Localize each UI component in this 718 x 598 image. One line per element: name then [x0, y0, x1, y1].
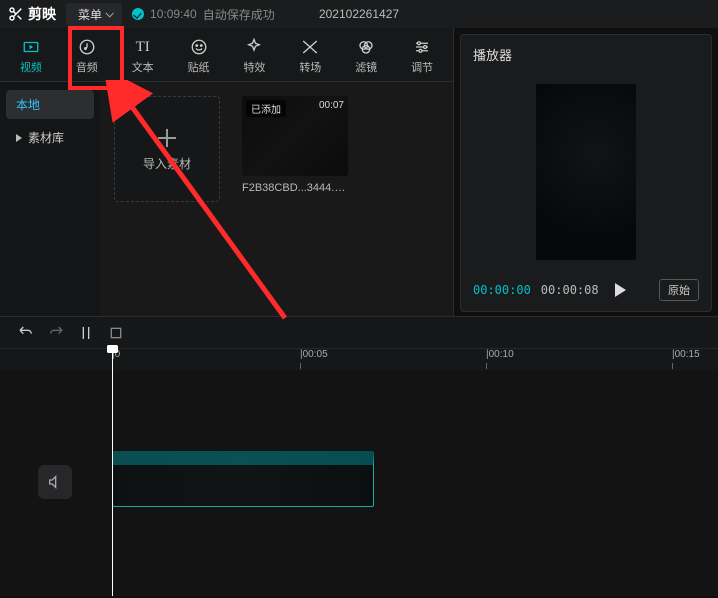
app-name: 剪映 [28, 4, 56, 24]
crop-button[interactable] [108, 325, 124, 341]
sidenav-library[interactable]: 素材库 [6, 123, 94, 152]
redo-button[interactable] [48, 325, 64, 341]
media-area: 本地 素材库 导入素材 已添加 00:07 F2B38CBD...3 [0, 82, 453, 316]
preview-panel: 播放器 00:00:00 00:00:08 原始 [460, 34, 712, 312]
transition-icon [301, 38, 319, 56]
added-badge: 已添加 [246, 100, 286, 117]
timecode-current: 00:00:00 [473, 283, 531, 297]
ruler-mark: |00:15 [672, 349, 700, 360]
timecode-total: 00:00:08 [541, 283, 599, 297]
tab-effect[interactable]: 特效 [228, 34, 282, 81]
import-media-tile[interactable]: 导入素材 [114, 96, 220, 202]
media-clip: 已添加 00:07 F2B38CBD...3444.mp4 [242, 96, 348, 194]
clip-duration: 00:07 [319, 100, 344, 111]
media-sidenav: 本地 素材库 [0, 82, 100, 316]
plus-icon [156, 127, 178, 149]
title-bar: 剪映 菜单 10:09:40 自动保存成功 202102261427 [0, 0, 718, 28]
app-logo: 剪映 [8, 4, 56, 24]
tab-transition[interactable]: 转场 [283, 34, 337, 81]
split-button[interactable] [78, 325, 94, 341]
sticker-icon [190, 38, 208, 56]
preview-frame [536, 84, 636, 260]
preview-stage[interactable] [473, 70, 699, 273]
preview-title: 播放器 [473, 45, 699, 64]
playhead-line[interactable] [112, 349, 113, 596]
media-panel: 视频 音频 TI 文本 贴纸 特效 [0, 28, 454, 316]
clip-thumbnail[interactable]: 已添加 00:07 [242, 96, 348, 176]
tab-filter[interactable]: 滤镜 [339, 34, 393, 81]
autosave-status: 10:09:40 自动保存成功 [132, 6, 275, 23]
menu-button[interactable]: 菜单 [66, 3, 122, 26]
triangle-right-icon [16, 134, 22, 142]
timeline-tracks[interactable]: F2B38CBD-91FF-4E6C-80B9-EB8D08293444.mp4… [0, 371, 718, 596]
track-mute-button[interactable] [38, 465, 72, 499]
ruler-mark: |00:05 [300, 349, 328, 360]
adjust-icon [413, 38, 431, 56]
tab-text[interactable]: TI 文本 [116, 34, 170, 81]
chevron-down-icon [105, 9, 113, 17]
tab-video[interactable]: 视频 [4, 34, 58, 81]
clip-filename: F2B38CBD...3444.mp4 [242, 182, 348, 194]
timeline-clip[interactable]: F2B38CBD-91FF-4E6C-80B9-EB8D08293444.mp4… [112, 451, 374, 507]
ruler-mark: |00:10 [486, 349, 514, 360]
category-tabs: 视频 音频 TI 文本 贴纸 特效 [0, 28, 453, 82]
project-name: 202102261427 [319, 7, 399, 21]
filter-icon [357, 38, 375, 56]
original-ratio-button[interactable]: 原始 [659, 279, 699, 301]
work-area: 视频 音频 TI 文本 贴纸 特效 [0, 28, 718, 316]
effect-icon [245, 38, 263, 56]
speaker-icon [47, 474, 63, 490]
undo-button[interactable] [18, 325, 34, 341]
timeline: |0 |00:05 |00:10 |00:15 F2B38CBD-91FF-4E… [0, 316, 718, 596]
sidenav-local[interactable]: 本地 [6, 90, 94, 119]
tab-sticker[interactable]: 贴纸 [172, 34, 226, 81]
media-body: 导入素材 已添加 00:07 F2B38CBD...3444.mp4 [100, 82, 453, 316]
timeline-clip-label: F2B38CBD-91FF-4E6C-80B9-EB8D08293444.mp4… [117, 452, 362, 463]
scissors-icon [8, 6, 24, 22]
play-button[interactable] [615, 283, 626, 297]
text-icon: TI [134, 38, 152, 56]
preview-controls: 00:00:00 00:00:08 原始 [473, 279, 699, 301]
tab-adjust[interactable]: 调节 [395, 34, 449, 81]
audio-icon [78, 38, 96, 56]
tab-audio[interactable]: 音频 [60, 34, 114, 81]
video-icon [22, 38, 40, 56]
checkmark-icon [132, 8, 144, 20]
